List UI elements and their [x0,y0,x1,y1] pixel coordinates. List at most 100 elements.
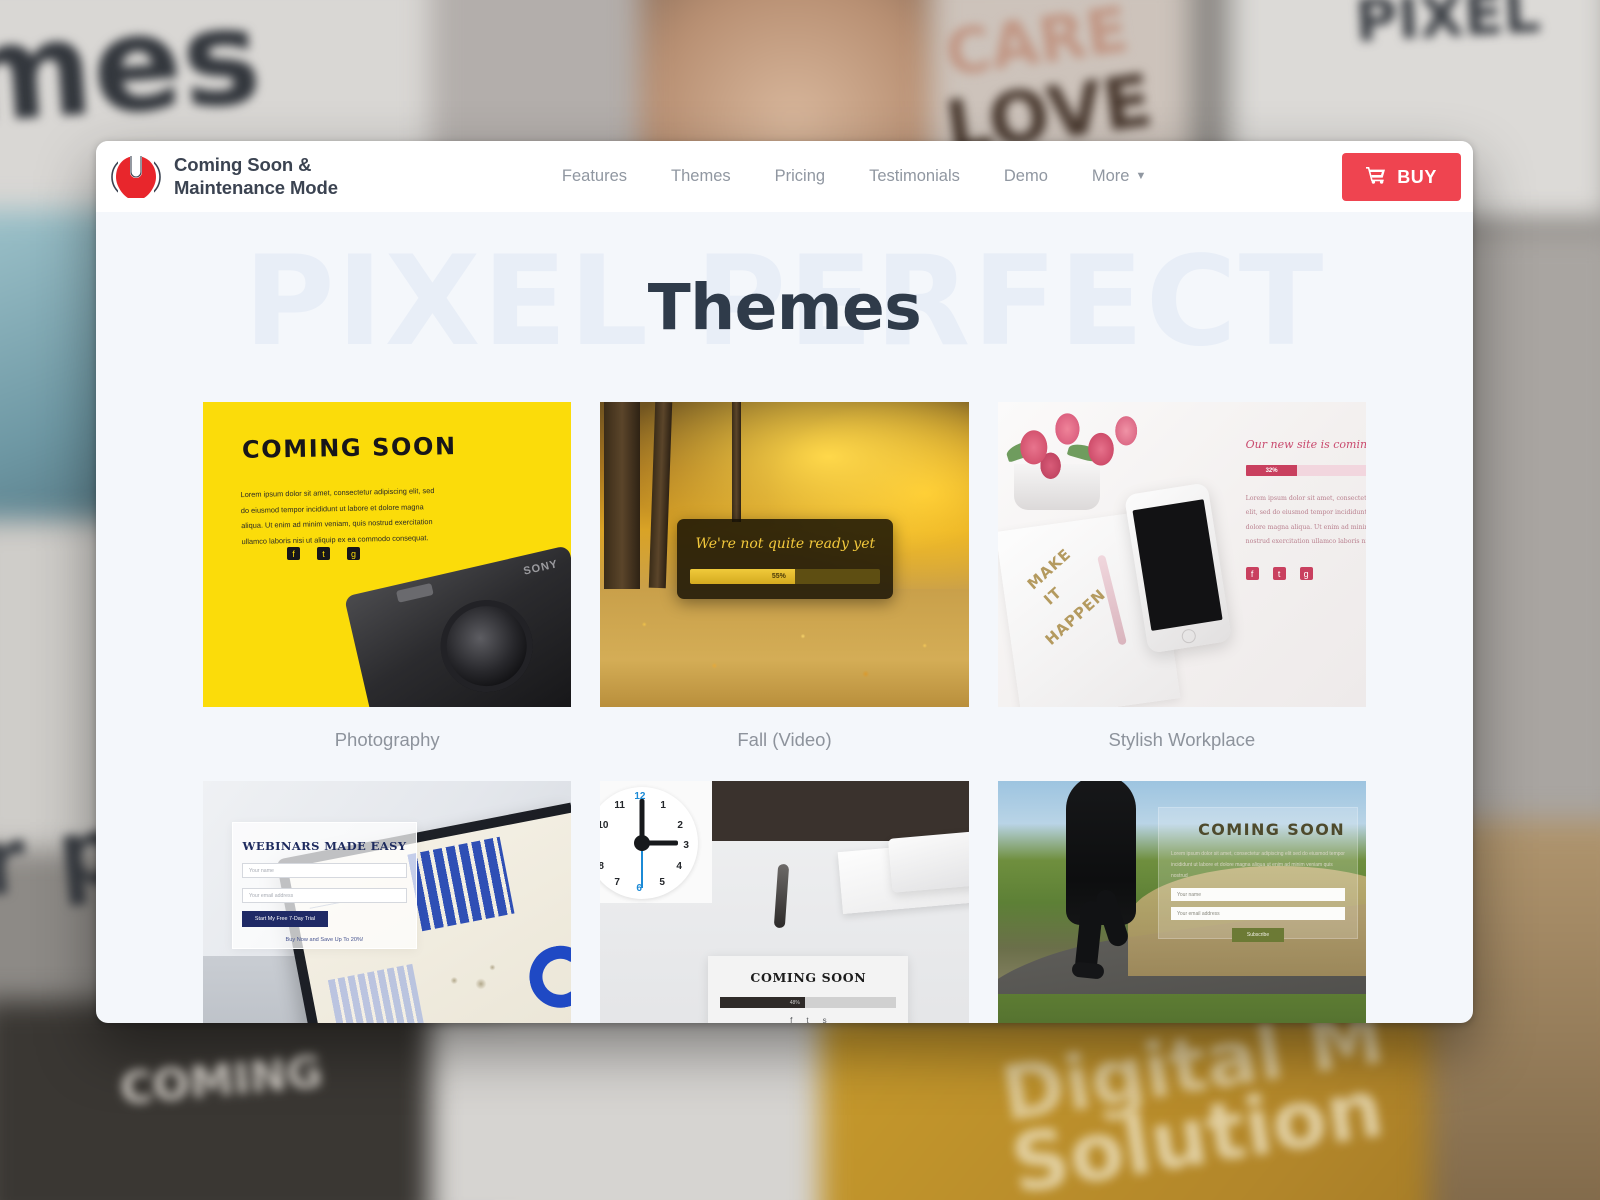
theme-card-clock-desk: 12 1 2 3 4 5 6 7 8 9 10 11 [600,781,969,1023]
table-chart [328,963,427,1023]
clock-number-5: 5 [659,877,665,888]
wrench-logo-icon [110,152,162,201]
brand-line-1: Coming Soon & [174,154,312,176]
progress-fill: 55% [690,569,795,584]
buy-now-link[interactable]: Buy Now and Save Up To 20%! [233,937,416,943]
name-input[interactable]: Your name [1171,888,1345,901]
email-input[interactable]: Your email address [1171,907,1345,920]
heatmap-chart [407,836,515,932]
preview-heading: COMING SOON [1198,820,1345,839]
theme-thumb-runner[interactable]: COMING SOON Lorem ipsum dolor sit amet, … [997,781,1366,1023]
nav-item-more[interactable]: More ▼ [1092,167,1146,186]
twitter-icon: t [1272,567,1286,581]
main-nav: Features Themes Pricing Testimonials Dem… [562,167,1146,186]
shopping-cart-icon [1366,166,1386,189]
theme-card-runner: COMING SOON Lorem ipsum dolor sit amet, … [997,781,1366,1023]
preview-heading: COMING SOON [750,970,867,985]
clock-number-8: 8 [600,861,604,872]
nav-item-testimonials[interactable]: Testimonials [869,167,960,186]
phone-home-button [1180,628,1197,645]
progress-bar: 48% [720,997,897,1008]
bg-text-mes: mes [0,0,266,155]
nav-item-demo[interactable]: Demo [1004,167,1048,186]
preview-socials: f t g [1245,567,1366,581]
preview-heading: WEBINARS MADE EASY [242,839,407,853]
theme-thumb-webinars[interactable]: WEBINARS MADE EASY Your name Your email … [203,781,572,1023]
theme-thumb-stylish-workplace[interactable]: MAKE IT HAPPEN Our new site is coming so… [997,402,1366,707]
clock-pivot [634,835,651,851]
twitter-icon: t [317,547,330,560]
tree-trunk [649,402,673,589]
tulips [1002,402,1143,486]
theme-label-photography: Photography [334,729,440,750]
preview-panel: COMING SOON 48% f t s [708,956,909,1023]
preview-panel: We're not quite ready yet 55% [677,519,894,599]
site-header: Coming Soon & Maintenance Mode Features … [96,141,1473,212]
facebook-icon: f [790,1016,793,1023]
buy-button[interactable]: BUY [1342,153,1461,201]
theme-card-stylish-workplace: MAKE IT HAPPEN Our new site is coming so… [997,402,1366,781]
phone-screen [1132,499,1223,631]
theme-card-webinars: WEBINARS MADE EASY Your name Your email … [203,781,572,1023]
email-input[interactable]: Your email address [242,888,407,903]
browser-window: Coming Soon & Maintenance Mode Features … [96,141,1473,1023]
camera-illustration: SONY [344,545,572,707]
clock-number-4: 4 [676,861,682,872]
progress-label: 55% [771,573,786,580]
facebook-icon: f [1245,567,1259,581]
progress-fill: 48% [720,997,805,1008]
theme-thumb-fall-video[interactable]: We're not quite ready yet 55% [600,402,969,707]
preview-panel: Our new site is coming soon! 32% Lorem i… [1245,438,1366,581]
page-title: Themes [647,270,922,344]
nav-item-pricing[interactable]: Pricing [775,167,825,186]
brand-name: Coming Soon & Maintenance Mode [174,154,338,198]
preview-body: Lorem ipsum dolor sit amet, consectetur … [1245,495,1366,545]
clock-number-2: 2 [677,820,683,831]
world-map-chart [426,947,516,1019]
progress-bar: 32% [1245,465,1366,476]
hero: PIXEL PERFECT Themes [96,212,1473,402]
theme-thumb-photography[interactable]: COMING SOON Lorem ipsum dolor sit amet, … [203,402,572,707]
theme-card-photography: COMING SOON Lorem ipsum dolor sit amet, … [203,402,572,781]
nav-item-more-label: More [1091,167,1130,185]
progress-fill: 32% [1245,465,1298,476]
nav-item-themes[interactable]: Themes [671,167,731,186]
googleplus-icon: g [347,547,360,560]
name-input[interactable]: Your name [242,863,407,878]
dark-band [712,781,969,841]
preview-panel: WEBINARS MADE EASY Your name Your email … [232,822,417,949]
themes-grid: COMING SOON Lorem ipsum dolor sit amet, … [96,402,1473,1023]
clock-face: 12 1 2 3 4 5 6 7 8 9 10 11 [600,787,699,899]
grass [997,994,1366,1023]
progress-bar: 55% [690,569,881,584]
progress-label: 48% [789,999,800,1006]
progress-label: 32% [1265,467,1278,474]
preview-body: Lorem ipsum dolor sit amet, consectetur … [240,486,435,546]
preview-panel: COMING SOON Lorem ipsum dolor sit amet, … [1158,807,1358,942]
brand[interactable]: Coming Soon & Maintenance Mode [110,152,338,201]
clock-number-3: 3 [683,840,689,851]
buy-button-label: BUY [1397,166,1437,187]
preview-heading: COMING SOON [241,432,457,464]
clock-body: 12 1 2 3 4 5 6 7 8 9 10 11 [600,781,713,903]
clock-number-11: 11 [614,800,625,811]
theme-card-fall-video: We're not quite ready yet 55% Fall (Vide… [600,402,969,781]
donut-chart [524,940,572,1014]
preview-socials: f t g [287,547,360,560]
share-icon: s [822,1016,827,1023]
clock-number-10: 10 [600,820,609,831]
chevron-down-icon: ▼ [1135,170,1147,182]
subscribe-button[interactable]: Subscribe [1232,928,1284,942]
bg-text-pixel: PIXEL [1353,0,1543,55]
nav-item-features[interactable]: Features [562,167,627,186]
trial-button[interactable]: Start My Free 7-Day Trial [242,911,328,927]
bg-tile [430,1010,860,1200]
preview-heading: We're not quite ready yet [695,536,876,552]
googleplus-icon: g [1299,567,1313,581]
clock-number-7: 7 [614,877,620,888]
tree-trunk [732,402,742,522]
theme-thumb-clock-desk[interactable]: 12 1 2 3 4 5 6 7 8 9 10 11 [600,781,969,1023]
facebook-icon: f [287,547,300,560]
preview-body: Lorem ipsum dolor sit amet, consectetur … [1171,851,1345,879]
camera-brand-label: SONY [522,558,560,578]
